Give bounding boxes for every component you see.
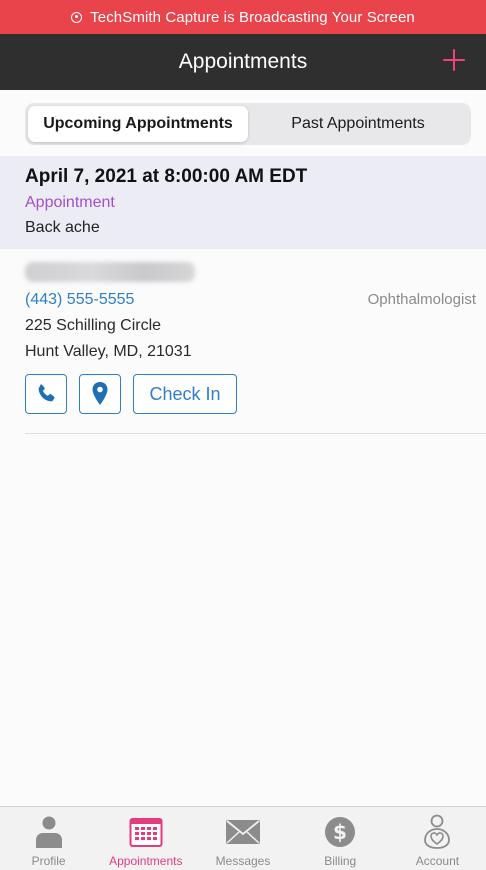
svg-text:$: $ — [333, 820, 347, 844]
divider — [25, 433, 486, 434]
call-provider-button[interactable] — [25, 374, 67, 414]
provider-name-redacted — [25, 262, 195, 282]
provider-street-address: 225 Schilling Circle — [25, 317, 162, 334]
record-icon — [71, 11, 83, 23]
appointments-segmented-control: Upcoming Appointments Past Appointments — [25, 103, 471, 145]
tab-upcoming-appointments[interactable]: Upcoming Appointments — [28, 106, 248, 142]
calendar-icon — [127, 813, 165, 851]
appointment-type: Appointment — [25, 194, 115, 211]
tab-label-appointments: Appointments — [109, 854, 183, 868]
tab-label-account: Account — [415, 854, 460, 868]
tab-label-billing: Billing — [324, 854, 357, 868]
broadcast-text: TechSmith Capture is Broadcasting Your S… — [90, 8, 415, 26]
broadcast-banner: TechSmith Capture is Broadcasting Your S… — [0, 0, 486, 34]
bottom-tab-bar: Profile Appointments Messages $ Billing … — [0, 806, 486, 870]
tab-past-appointments[interactable]: Past Appointments — [248, 106, 468, 142]
tab-label-profile: Profile — [31, 854, 66, 868]
account-icon — [418, 813, 456, 851]
appointments-screen: TechSmith Capture is Broadcasting Your S… — [0, 0, 486, 870]
add-appointment-button[interactable] — [440, 46, 468, 74]
appointment-date: April 7, 2021 at 8:00:00 AM EDT — [25, 166, 308, 187]
appointment-reason: Back ache — [25, 219, 100, 236]
phone-icon — [38, 384, 55, 402]
tab-appointments[interactable]: Appointments — [97, 807, 194, 870]
tab-billing[interactable]: $ Billing — [292, 807, 389, 870]
dollar-icon: $ — [321, 813, 359, 851]
provider-specialty: Ophthalmologist — [367, 291, 476, 308]
map-provider-button[interactable] — [79, 374, 121, 414]
map-pin-icon — [92, 382, 108, 405]
tab-account[interactable]: Account — [389, 807, 486, 870]
envelope-icon — [224, 813, 262, 851]
check-in-button[interactable]: Check In — [133, 374, 237, 414]
provider-phone-link[interactable]: (443) 555-5555 — [25, 291, 134, 309]
tab-profile[interactable]: Profile — [0, 807, 97, 870]
page-title: Appointments — [178, 50, 308, 73]
person-icon — [30, 813, 68, 851]
tab-messages[interactable]: Messages — [194, 807, 291, 870]
provider-details: (443) 555-5555 Ophthalmologist 225 Schil… — [0, 249, 486, 435]
provider-city-address: Hunt Valley, MD, 21031 — [25, 343, 192, 360]
nav-bar: Appointments — [0, 34, 486, 90]
appointment-summary[interactable]: April 7, 2021 at 8:00:00 AM EDT Appointm… — [0, 156, 486, 249]
tab-label-messages: Messages — [215, 854, 271, 868]
